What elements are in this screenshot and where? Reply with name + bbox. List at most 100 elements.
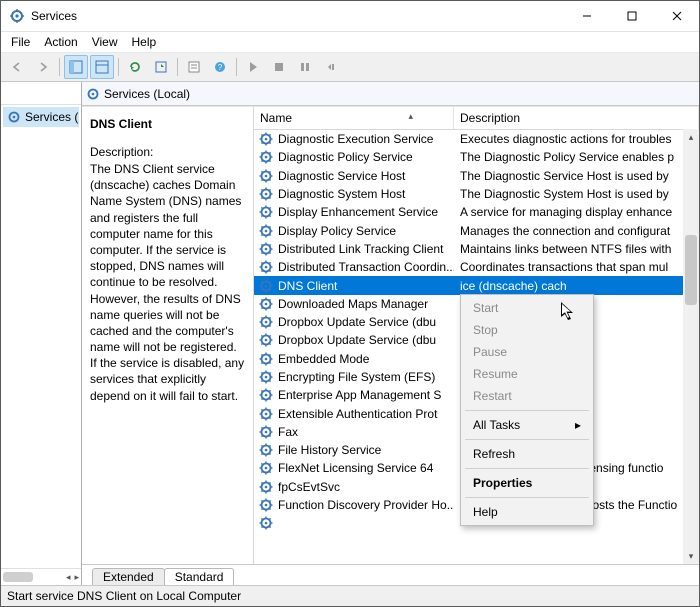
export-list-button[interactable]: [149, 55, 173, 79]
menu-action[interactable]: Action: [38, 32, 83, 52]
detail-description-label: Description:: [90, 145, 245, 159]
service-row[interactable]: DNS Client ice (dnscache) cach: [254, 276, 699, 294]
context-start[interactable]: Start: [463, 297, 591, 319]
service-gear-icon: [258, 168, 278, 184]
service-name: Encrypting File System (EFS): [278, 370, 435, 384]
column-header-name[interactable]: Name ▴: [254, 107, 454, 129]
tree-header: [1, 82, 81, 105]
service-name: File History Service: [278, 443, 381, 457]
minimize-button[interactable]: [564, 1, 609, 31]
sort-indicator-icon: ▴: [408, 111, 413, 122]
tree-item-services-local[interactable]: Services (L: [3, 107, 79, 127]
service-name: Downloaded Maps Manager: [278, 297, 428, 311]
show-hide-tree-button[interactable]: [64, 55, 88, 79]
context-restart[interactable]: Restart: [463, 385, 591, 407]
service-description: The Diagnostic Policy Service enables p: [454, 150, 699, 164]
scrollbar-thumb[interactable]: [3, 572, 33, 582]
pause-service-button[interactable]: [293, 55, 317, 79]
service-description: Executes diagnostic actions for troubles: [454, 132, 699, 146]
service-gear-icon: [258, 259, 278, 275]
context-properties[interactable]: Properties: [463, 472, 591, 494]
service-description: The Diagnostic System Host is used by: [454, 187, 699, 201]
help-button[interactable]: ?: [208, 55, 232, 79]
service-description: ice (dnscache) cach: [454, 279, 699, 293]
restart-service-button[interactable]: [319, 55, 343, 79]
nav-forward-button[interactable]: [31, 55, 55, 79]
service-gear-icon: [258, 223, 278, 239]
service-row[interactable]: Display Enhancement Service A service for…: [254, 203, 699, 221]
service-name: Display Enhancement Service: [278, 205, 438, 219]
context-refresh[interactable]: Refresh: [463, 443, 591, 465]
scroll-up-icon[interactable]: ▴: [683, 129, 699, 145]
toolbar-separator: [177, 58, 178, 76]
column-name-label: Name: [260, 111, 292, 125]
content-area: DNS Client Description: The DNS Client s…: [82, 106, 699, 564]
refresh-button[interactable]: [123, 55, 147, 79]
submenu-arrow-icon: ▸: [575, 418, 581, 432]
scrollbar-track[interactable]: [683, 145, 699, 548]
toolbar-separator: [59, 58, 60, 76]
context-stop[interactable]: Stop: [463, 319, 591, 341]
service-gear-icon: [258, 424, 278, 440]
menu-file[interactable]: File: [5, 32, 36, 52]
context-resume[interactable]: Resume: [463, 363, 591, 385]
context-all-tasks-label: All Tasks: [473, 418, 520, 432]
maximize-button[interactable]: [609, 1, 654, 31]
stop-service-button[interactable]: [267, 55, 291, 79]
service-row[interactable]: Diagnostic Service HostThe Diagnostic Se…: [254, 167, 699, 185]
service-gear-icon: [258, 497, 278, 513]
context-all-tasks[interactable]: All Tasks ▸: [463, 414, 591, 436]
properties-button[interactable]: [182, 55, 206, 79]
service-name: fpCsEvtSvc: [278, 480, 340, 494]
statusbar: Start service DNS Client on Local Comput…: [1, 585, 699, 606]
tree-horizontal-scrollbar[interactable]: ◂▸: [1, 568, 81, 585]
service-name: Embedded Mode: [278, 352, 369, 366]
services-window: Services File Action View Help ?: [0, 0, 700, 607]
service-gear-icon: [258, 278, 278, 294]
context-pause[interactable]: Pause: [463, 341, 591, 363]
service-name: Dropbox Update Service (dbu: [278, 315, 436, 329]
service-gear-icon: [258, 296, 278, 312]
service-gear-icon: [258, 186, 278, 202]
service-row[interactable]: Distributed Link Tracking ClientMaintain…: [254, 240, 699, 258]
column-header-description[interactable]: Description: [454, 107, 699, 129]
service-name: Extensible Authentication Prot: [278, 407, 437, 421]
scroll-down-icon[interactable]: ▾: [683, 548, 699, 564]
context-help[interactable]: Help: [463, 501, 591, 523]
service-gear-icon: [258, 369, 278, 385]
titlebar: Services: [1, 1, 699, 32]
main-header-title: Services (Local): [104, 87, 190, 101]
close-button[interactable]: [654, 1, 699, 31]
nav-back-button[interactable]: [5, 55, 29, 79]
service-context-menu: Start Stop Pause Resume Restart All Task…: [460, 294, 594, 526]
service-name: DNS Client: [278, 279, 337, 293]
service-name: Diagnostic Execution Service: [278, 132, 433, 146]
tab-extended[interactable]: Extended: [92, 568, 165, 585]
menu-help[interactable]: Help: [126, 32, 163, 52]
vertical-scrollbar[interactable]: ▴ ▾: [683, 129, 699, 564]
service-gear-icon: [258, 460, 278, 476]
details-pane-button[interactable]: [90, 55, 114, 79]
service-row[interactable]: Diagnostic Execution Service Executes dia…: [254, 130, 699, 148]
tab-standard[interactable]: Standard: [164, 568, 235, 585]
service-gear-icon: [258, 314, 278, 330]
service-name: Diagnostic System Host: [278, 187, 405, 201]
service-description: Coordinates transactions that span mul: [454, 260, 699, 274]
service-gear-icon: [258, 241, 278, 257]
service-row[interactable]: Diagnostic System Host The Diagnostic Sys…: [254, 185, 699, 203]
toolbar: ?: [1, 52, 699, 82]
service-row[interactable]: Distributed Transaction Coordin...Coordi…: [254, 258, 699, 276]
service-name: Display Policy Service: [278, 224, 396, 238]
service-row[interactable]: Display Policy ServiceManages the connec…: [254, 221, 699, 239]
service-gear-icon: [258, 332, 278, 348]
menubar: File Action View Help: [1, 32, 699, 52]
window-controls: [564, 1, 699, 31]
service-row[interactable]: Diagnostic Policy ServiceThe Diagnostic …: [254, 148, 699, 166]
services-app-icon: [9, 8, 25, 24]
scrollbar-thumb[interactable]: [685, 235, 697, 305]
statusbar-text: Start service DNS Client on Local Comput…: [7, 589, 241, 603]
menu-view[interactable]: View: [86, 32, 124, 52]
start-service-button[interactable]: [241, 55, 265, 79]
service-description: A service for managing display enhance: [454, 205, 699, 219]
main-pane: Services (Local) DNS Client Description:…: [82, 82, 699, 585]
